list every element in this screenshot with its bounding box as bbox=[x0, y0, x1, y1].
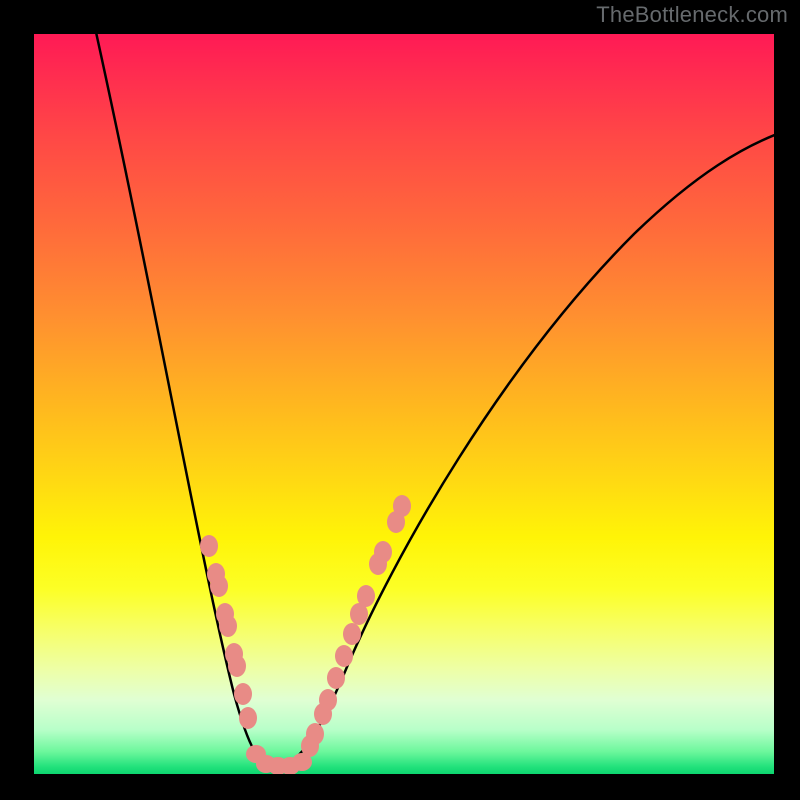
data-point bbox=[234, 683, 252, 705]
chart-svg bbox=[34, 34, 774, 774]
chart-container: TheBottleneck.com bbox=[0, 0, 800, 800]
data-point bbox=[374, 541, 392, 563]
data-point bbox=[210, 575, 228, 597]
curve-path bbox=[92, 34, 774, 766]
data-point bbox=[327, 667, 345, 689]
data-point bbox=[343, 623, 361, 645]
data-point bbox=[335, 645, 353, 667]
data-point bbox=[239, 707, 257, 729]
watermark-text: TheBottleneck.com bbox=[596, 2, 788, 28]
data-point bbox=[219, 615, 237, 637]
scatter-layer bbox=[200, 495, 411, 774]
curve-layer bbox=[92, 34, 774, 766]
data-point bbox=[200, 535, 218, 557]
data-point bbox=[319, 689, 337, 711]
data-point bbox=[306, 723, 324, 745]
data-point bbox=[357, 585, 375, 607]
plot-area bbox=[34, 34, 774, 774]
data-point bbox=[228, 655, 246, 677]
data-point bbox=[393, 495, 411, 517]
